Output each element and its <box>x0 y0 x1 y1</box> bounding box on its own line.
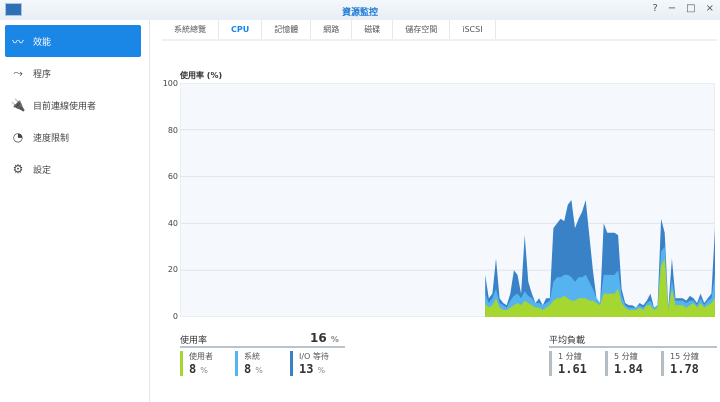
y-tick: 40 <box>167 219 178 228</box>
stat-label: 5 分鐘 <box>614 352 638 361</box>
speedometer-icon: ◔ <box>12 130 24 144</box>
stat-label: I/O 等待 <box>299 352 329 361</box>
maximize-button[interactable]: □ <box>686 3 695 14</box>
sidebar-item-settings[interactable]: ⚙ 設定 <box>5 153 141 185</box>
sidebar-item-label: 設定 <box>33 165 52 176</box>
stat-value: 1.84 <box>614 362 643 376</box>
stat-label: 系統 <box>244 352 260 361</box>
stat-unit: % <box>317 366 326 375</box>
window-title: 資源監控 <box>341 8 378 18</box>
plug-icon: 🔌 <box>10 98 26 112</box>
load-title: 平均負載 <box>549 336 586 346</box>
tab-memory[interactable]: 記憶體 <box>262 20 312 39</box>
load-1min: 1 分鐘 1.61 <box>549 351 587 376</box>
stat-system: 系統 8% <box>235 351 263 376</box>
stat-label: 15 分鐘 <box>670 352 699 361</box>
plot-background <box>180 83 715 317</box>
sidebar-item-connected-users[interactable]: 🔌 目前連線使用者 <box>5 89 141 121</box>
stat-value: 8 <box>189 362 197 376</box>
tab-iscsi[interactable]: iSCSI <box>450 20 496 39</box>
divider <box>549 346 717 348</box>
usage-total: 16 % <box>310 331 339 345</box>
stat-unit: % <box>200 366 208 375</box>
title-bar: 資源監控 ? − □ × <box>0 0 720 20</box>
load-5min: 5 分鐘 1.84 <box>605 351 643 376</box>
y-tick: 20 <box>167 265 178 274</box>
tab-network[interactable]: 網路 <box>311 20 353 39</box>
tab-overview[interactable]: 系統總覽 <box>162 20 219 39</box>
tab-bar: 系統總覽 CPU 記憶體 網路 磁碟 儲存空間 iSCSI <box>162 20 717 41</box>
stat-value: 13 <box>299 362 314 376</box>
stat-unit: % <box>255 366 263 375</box>
chart-y-label: 使用率 (%) <box>180 71 223 80</box>
y-tick: 80 <box>167 126 178 135</box>
performance-icon: 〰 <box>11 34 24 49</box>
usage-title: 使用率 <box>180 336 208 346</box>
y-tick: 0 <box>172 312 178 321</box>
y-tick: 100 <box>162 79 178 88</box>
tab-volume[interactable]: 儲存空間 <box>393 20 451 39</box>
stat-io-wait: I/O 等待 13% <box>290 351 329 376</box>
stat-label: 1 分鐘 <box>558 352 582 361</box>
sidebar-item-label: 程序 <box>33 69 52 80</box>
tab-disk[interactable]: 磁碟 <box>352 20 394 39</box>
stat-user: 使用者 8% <box>180 351 213 376</box>
sidebar-item-process[interactable]: ⤳ 程序 <box>5 57 141 89</box>
divider <box>180 346 345 348</box>
stat-value: 1.78 <box>670 362 699 376</box>
sidebar-item-performance[interactable]: 〰效能 <box>5 25 141 57</box>
sidebar-item-speed-limit[interactable]: ◔ 速度限制 <box>5 121 141 153</box>
load-15min: 15 分鐘 1.78 <box>661 351 699 376</box>
stat-label: 使用者 <box>189 352 213 361</box>
usage-total-unit: % <box>330 335 339 344</box>
usage-total-value: 16 <box>310 331 327 345</box>
close-button[interactable]: × <box>706 3 714 14</box>
stat-value: 8 <box>244 362 252 376</box>
process-icon: ⤳ <box>13 65 23 80</box>
gear-icon: ⚙ <box>12 162 24 176</box>
tab-cpu[interactable]: CPU <box>219 20 263 39</box>
cpu-usage-chart <box>180 83 715 317</box>
sidebar: 〰效能 ⤳ 程序 🔌 目前連線使用者 ◔ 速度限制 ⚙ 設定 <box>0 20 150 402</box>
stat-value: 1.61 <box>558 362 587 376</box>
sidebar-item-label: 速度限制 <box>33 133 70 144</box>
y-tick: 60 <box>167 172 178 181</box>
help-button[interactable]: ? <box>652 3 657 14</box>
sidebar-item-label: 效能 <box>33 37 52 48</box>
sidebar-item-label: 目前連線使用者 <box>33 101 97 112</box>
minimize-button[interactable]: − <box>668 3 676 14</box>
